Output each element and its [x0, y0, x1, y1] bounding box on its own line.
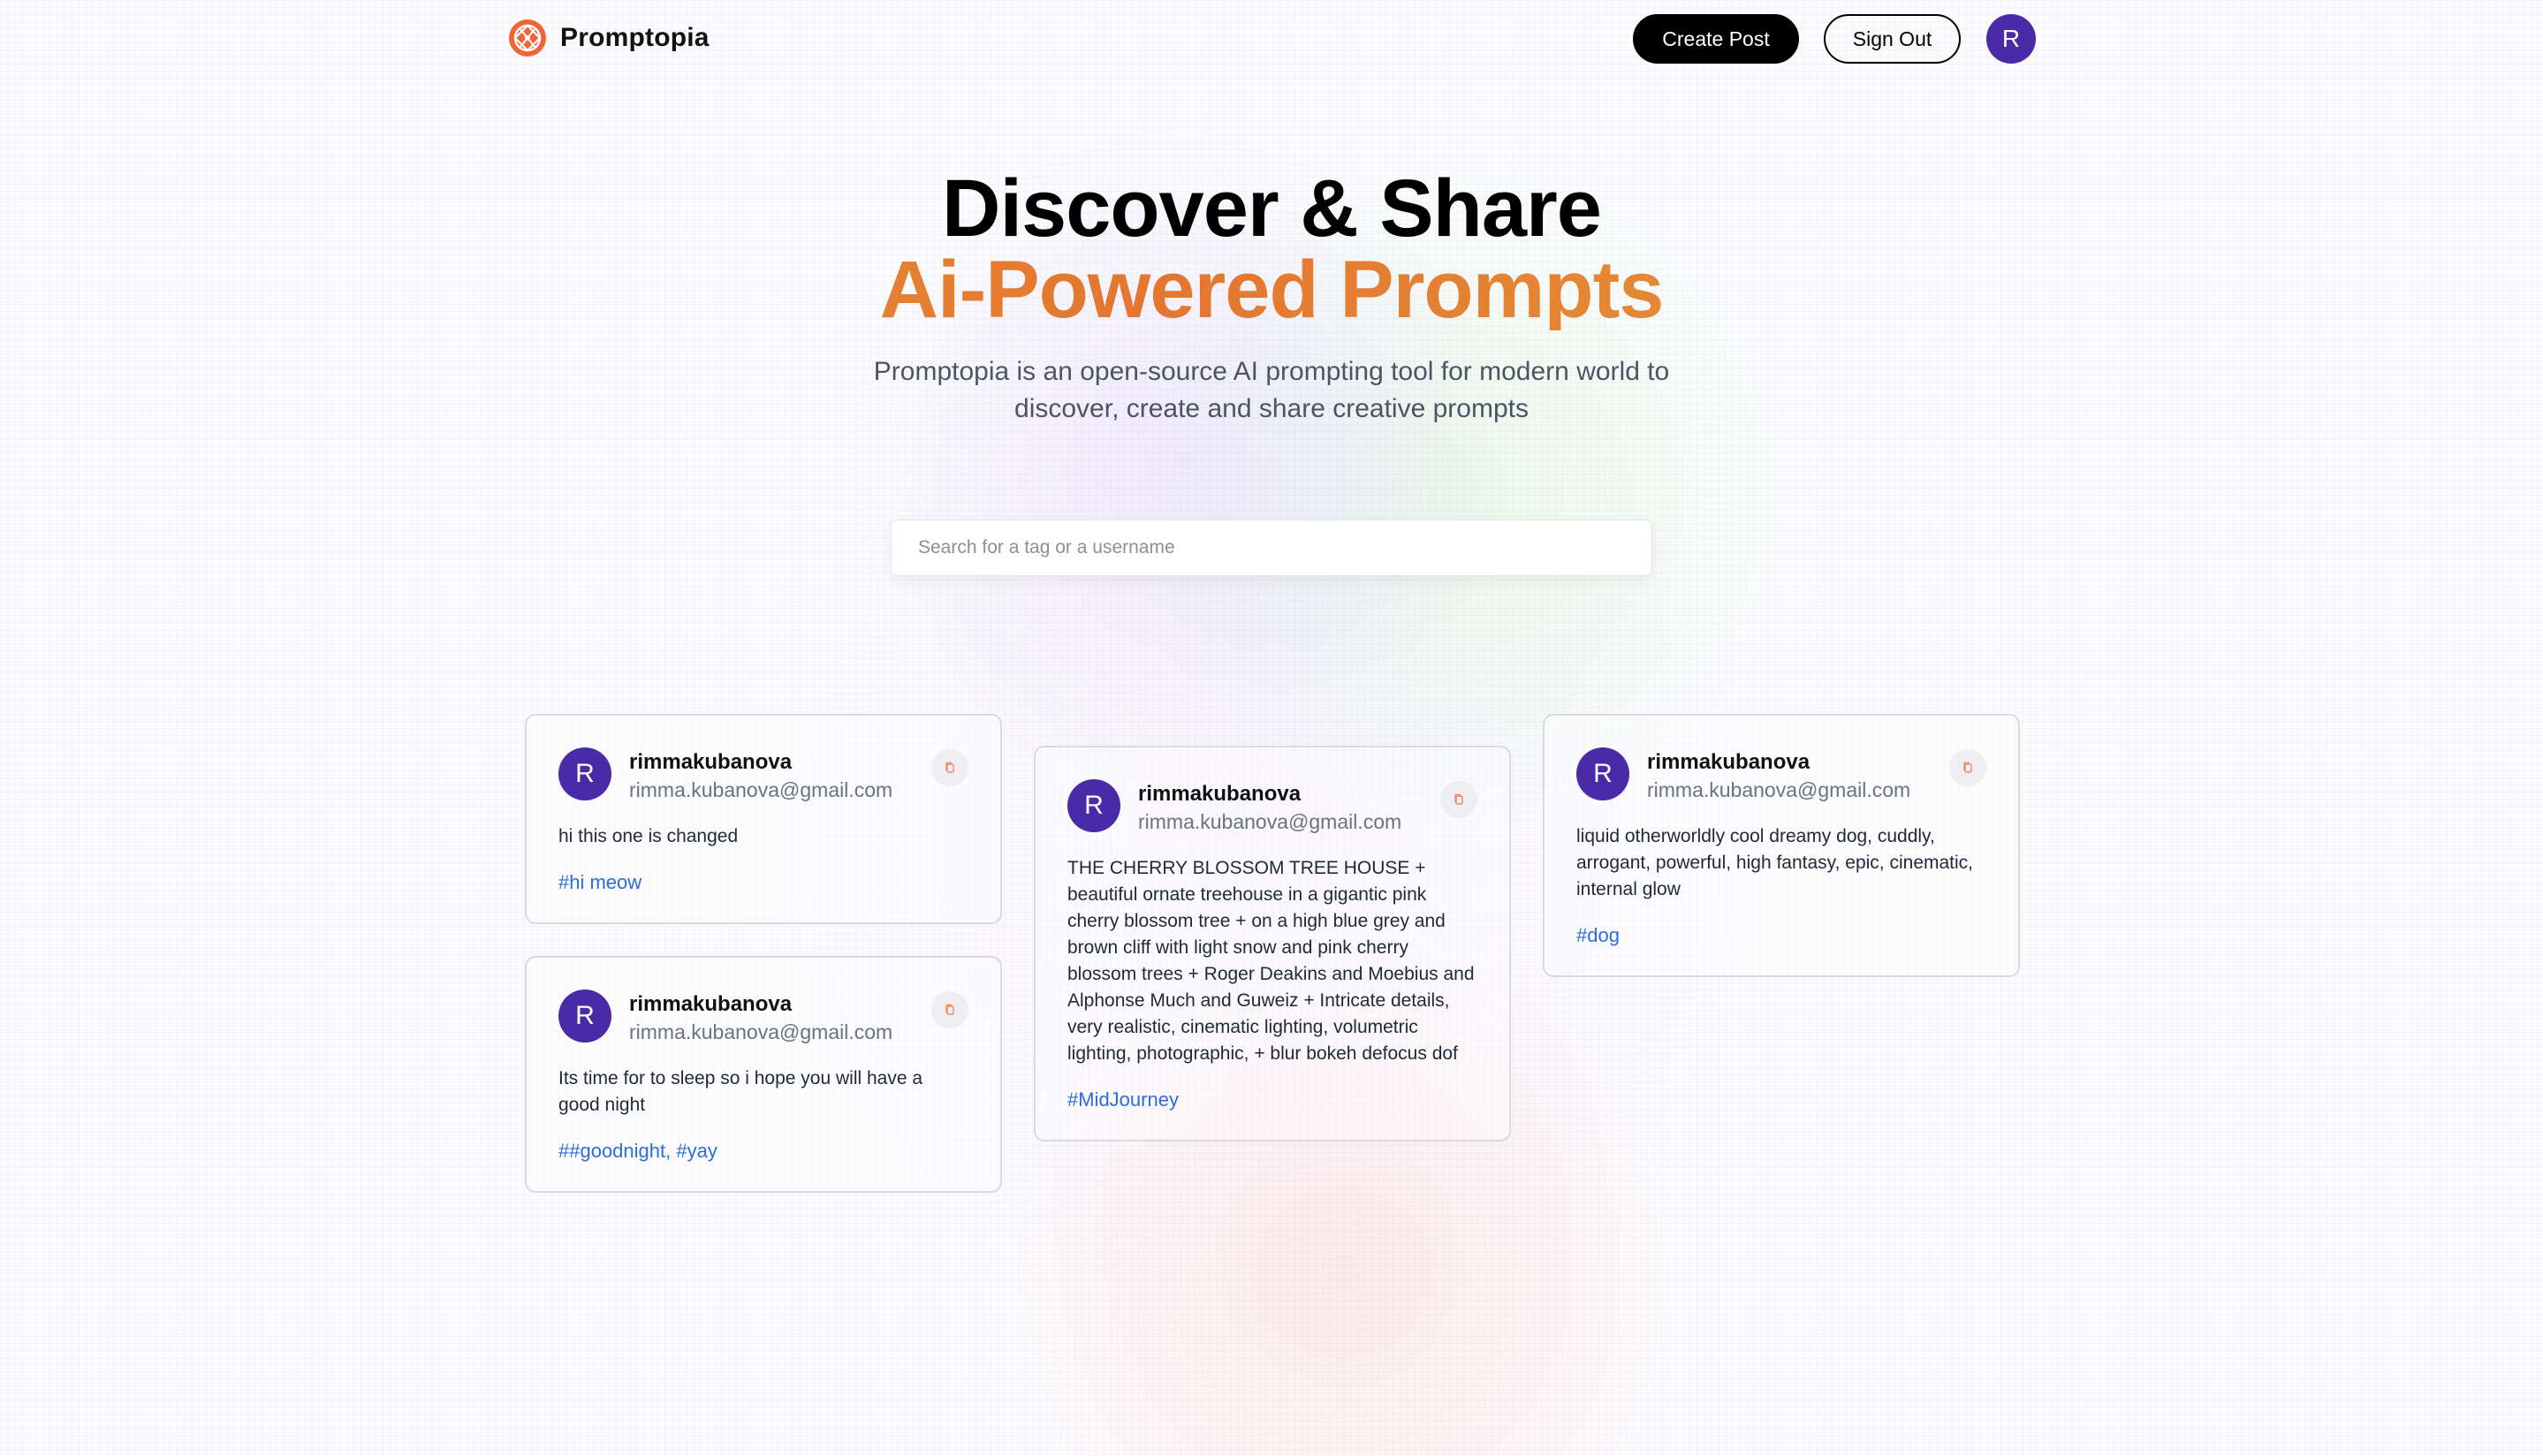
hero-title: Discover & Share [942, 163, 1602, 254]
username[interactable]: rimmakubanova [1138, 781, 1401, 808]
avatar[interactable]: R [558, 990, 611, 1043]
copy-icon [1454, 793, 1463, 805]
copy-button[interactable] [1949, 749, 1986, 786]
prompt-tag[interactable]: #MidJourney [1067, 1087, 1477, 1113]
prompt-text: THE CHERRY BLOSSOM TREE HOUSE + beautifu… [1067, 858, 1475, 1064]
prompt-card: R rimmakubanova rimma.kubanova@gmail.com… [525, 956, 1002, 1193]
copy-icon [1963, 762, 1972, 773]
prompt-text: Its time for to sleep so i hope you will… [558, 1068, 923, 1115]
user-email: rimma.kubanova@gmail.com [629, 778, 893, 801]
brand-name: Promptopia [560, 23, 710, 52]
username[interactable]: rimmakubanova [629, 991, 892, 1018]
promptopia-logo-icon [509, 19, 546, 57]
prompt-tag[interactable]: #hi meow [558, 869, 968, 896]
prompt-card: R rimmakubanova rimma.kubanova@gmail.com… [525, 714, 1002, 924]
copy-button[interactable] [931, 991, 968, 1028]
search-input[interactable] [891, 519, 1652, 576]
hero-section: Discover & Share Ai-Powered Prompts Prom… [0, 168, 2543, 428]
create-post-button[interactable]: Create Post [1633, 14, 1799, 64]
user-email: rimma.kubanova@gmail.com [1138, 810, 1402, 833]
prompt-text: hi this one is changed [558, 826, 739, 846]
copy-icon [945, 1004, 954, 1015]
prompt-tag[interactable]: ##goodnight, #yay [558, 1138, 968, 1164]
prompt-tag[interactable]: #dog [1576, 922, 1986, 949]
sign-out-button[interactable]: Sign Out [1824, 14, 1961, 64]
user-email: rimma.kubanova@gmail.com [1647, 778, 1911, 801]
username[interactable]: rimmakubanova [629, 749, 892, 776]
user-email: rimma.kubanova@gmail.com [629, 1020, 893, 1043]
brand-logo-link[interactable]: Promptopia [507, 18, 710, 58]
hero-title-highlight: Ai-Powered Prompts [0, 249, 2543, 330]
copy-icon [945, 762, 954, 773]
prompt-card: R rimmakubanova rimma.kubanova@gmail.com… [1034, 746, 1511, 1141]
avatar[interactable]: R [1067, 779, 1120, 832]
hero-description: Promptopia is an open-source AI promptin… [873, 357, 1670, 423]
top-nav: Promptopia Create Post Sign Out R [0, 0, 2543, 80]
profile-avatar[interactable]: R [1986, 14, 2036, 64]
avatar[interactable]: R [1576, 747, 1629, 800]
prompt-text: liquid otherworldly cool dreamy dog, cud… [1576, 826, 1974, 899]
avatar[interactable]: R [558, 747, 611, 800]
prompt-card: R rimmakubanova rimma.kubanova@gmail.com… [1543, 714, 2020, 977]
copy-button[interactable] [1440, 781, 1477, 818]
copy-button[interactable] [931, 749, 968, 786]
username[interactable]: rimmakubanova [1647, 749, 1910, 776]
